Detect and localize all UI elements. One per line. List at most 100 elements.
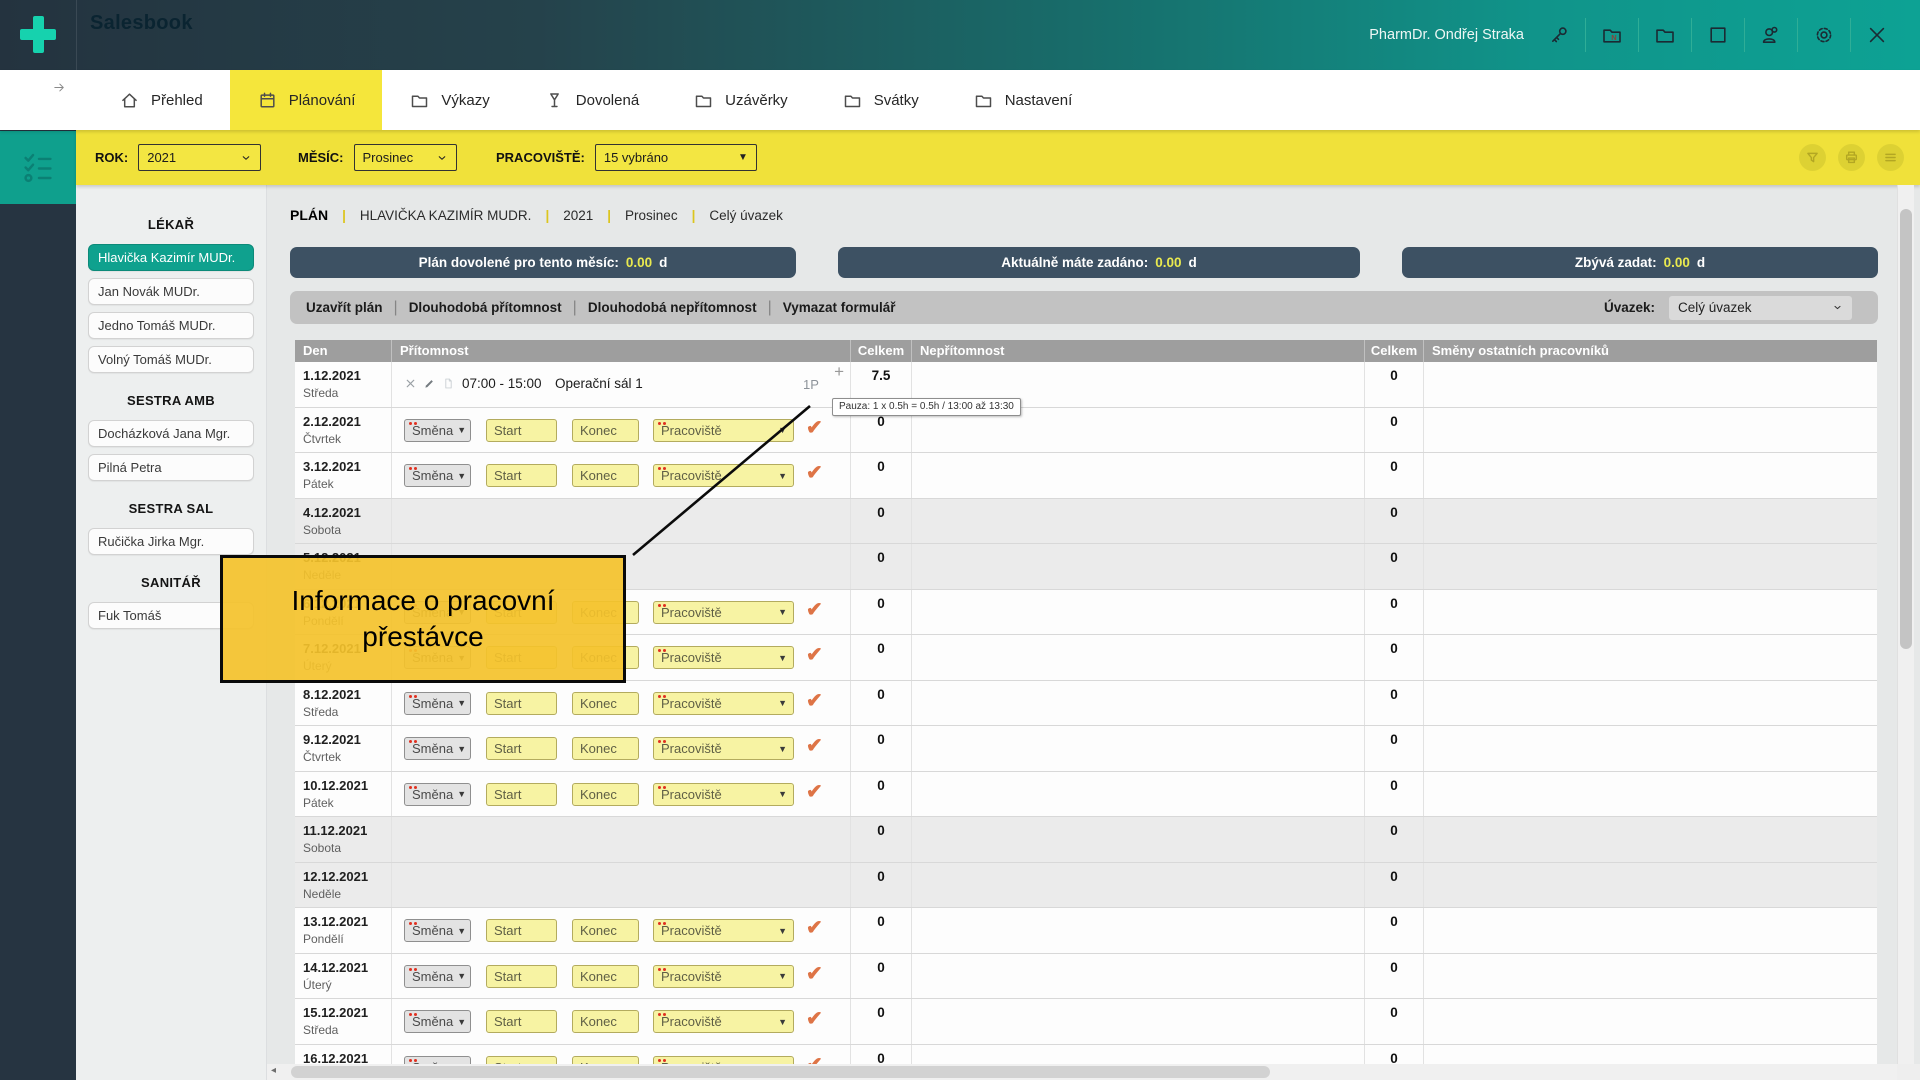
- confirm-check-icon[interactable]: ✔: [806, 597, 823, 622]
- required-marker: [409, 1059, 412, 1062]
- settings-icon[interactable]: [1811, 22, 1837, 48]
- workplace-select-label: Pracoviště: [661, 423, 722, 438]
- tab-dovolena[interactable]: Dovolená: [517, 70, 666, 130]
- end-input[interactable]: [572, 783, 639, 806]
- tab-prehled[interactable]: Přehled: [92, 70, 230, 130]
- shift-select[interactable]: Směna▼: [404, 737, 471, 760]
- confirm-check-icon[interactable]: ✔: [806, 733, 823, 758]
- confirm-check-icon[interactable]: ✔: [806, 1006, 823, 1031]
- planning-list-button[interactable]: [0, 131, 76, 204]
- sidebar-item-rucicka-jirka-mgr[interactable]: Ručička Jirka Mgr.: [88, 528, 254, 555]
- sidebar-item-pilna-petra[interactable]: Pilná Petra: [88, 454, 254, 481]
- sidebar-item-jedno-tomas-mudr[interactable]: Jedno Tomáš MUDr.: [88, 312, 254, 339]
- end-input[interactable]: [572, 737, 639, 760]
- folder-n-icon[interactable]: N: [1599, 22, 1625, 48]
- workplace-label: PRACOVIŠTĚ:: [496, 150, 585, 165]
- workplace-select[interactable]: Pracoviště▼: [653, 601, 794, 624]
- confirm-check-icon[interactable]: ✔: [806, 642, 823, 667]
- scroll-left-arrow-icon[interactable]: ◂: [271, 1065, 276, 1076]
- shift-select[interactable]: Směna▼: [404, 692, 471, 715]
- shift-select[interactable]: Směna▼: [404, 783, 471, 806]
- workplace-select[interactable]: Pracoviště▼: [653, 1010, 794, 1033]
- left-strip: [0, 130, 76, 1080]
- confirm-check-icon[interactable]: ✔: [806, 688, 823, 713]
- start-input[interactable]: [486, 965, 557, 988]
- confirm-check-icon[interactable]: ✔: [806, 460, 823, 485]
- tab-uzaverky[interactable]: Uzávěrky: [666, 70, 815, 130]
- print-icon[interactable]: [1838, 144, 1865, 171]
- breadcrumb: PLÁN|HLAVIČKA KAZIMÍR MUDR.|2021|Prosine…: [290, 207, 783, 223]
- users-icon[interactable]: [1758, 22, 1784, 48]
- end-input[interactable]: [572, 464, 639, 487]
- start-input[interactable]: [486, 919, 557, 942]
- confirm-check-icon[interactable]: ✔: [806, 779, 823, 804]
- sidebar-item-dochazkova-jana-mgr[interactable]: Docházková Jana Mgr.: [88, 420, 254, 447]
- presence-cell: Směna▼ Pracoviště▼ ✔: [392, 999, 851, 1044]
- filter-icon[interactable]: [1799, 144, 1826, 171]
- workplace-select[interactable]: Pracoviště▼: [653, 965, 794, 988]
- start-input[interactable]: [486, 464, 557, 487]
- start-input[interactable]: [486, 737, 557, 760]
- tab-vykazy[interactable]: Výkazy: [382, 70, 516, 130]
- caret-down-icon: ▼: [778, 1017, 787, 1027]
- uvazek-select[interactable]: Celý úvazek: [1669, 296, 1852, 320]
- menu-icon[interactable]: [1877, 144, 1904, 171]
- shift-select[interactable]: Směna▼: [404, 919, 471, 942]
- table-row-14.12.2021: 14.12.2021ÚterýSměna▼Pracoviště▼✔00: [295, 954, 1877, 1000]
- tab-svatky[interactable]: Svátky: [815, 70, 946, 130]
- end-input[interactable]: [572, 692, 639, 715]
- sidebar-item-jan-novak-mudr[interactable]: Jan Novák MUDr.: [88, 278, 254, 305]
- confirm-check-icon[interactable]: ✔: [806, 915, 823, 940]
- workplace-select[interactable]: Pracoviště▼: [653, 737, 794, 760]
- tab-nastaveni[interactable]: Nastavení: [946, 70, 1100, 130]
- absence-total-cell: 0: [1365, 999, 1424, 1044]
- pause-badge[interactable]: 1P: [803, 377, 819, 392]
- workplace-multiselect[interactable]: 15 vybráno ▼: [595, 144, 757, 171]
- toolbar-action-uzavrit-plan[interactable]: Uzavřít plán: [306, 300, 383, 315]
- toolbar-action-dlouhodoba-pritomnost[interactable]: Dlouhodobá přítomnost: [409, 300, 562, 315]
- start-input[interactable]: [486, 1010, 557, 1033]
- workplace-select[interactable]: Pracoviště▼: [653, 692, 794, 715]
- year-select[interactable]: 2021: [138, 144, 261, 171]
- sidebar-item-volny-tomas-mudr[interactable]: Volný Tomáš MUDr.: [88, 346, 254, 373]
- vertical-scrollbar-thumb[interactable]: [1900, 209, 1912, 649]
- month-select[interactable]: Prosinec: [354, 144, 457, 171]
- delete-icon[interactable]: [404, 377, 417, 390]
- confirm-check-icon[interactable]: ✔: [806, 961, 823, 986]
- start-input[interactable]: [486, 419, 557, 442]
- window-icon[interactable]: [1705, 22, 1731, 48]
- shift-select[interactable]: Směna▼: [404, 464, 471, 487]
- forward-arrow-icon[interactable]: [52, 80, 67, 100]
- key-icon[interactable]: [1546, 22, 1572, 48]
- sidebar-item-hlavicka-kazimir-mudr[interactable]: Hlavička Kazimír MUDr.: [88, 244, 254, 271]
- shift-select[interactable]: Směna▼: [404, 965, 471, 988]
- end-input[interactable]: [572, 419, 639, 442]
- workplace-select[interactable]: Pracoviště▼: [653, 919, 794, 942]
- end-input[interactable]: [572, 1010, 639, 1033]
- start-input[interactable]: [486, 692, 557, 715]
- workplace-select[interactable]: Pracoviště▼: [653, 783, 794, 806]
- shift-select[interactable]: Směna▼: [404, 1010, 471, 1033]
- end-input[interactable]: [572, 965, 639, 988]
- breadcrumb-item: HLAVIČKA KAZIMÍR MUDR.: [360, 208, 532, 223]
- absence-total-cell: 0: [1365, 908, 1424, 953]
- edit-icon[interactable]: [423, 377, 436, 390]
- tab-planovani[interactable]: Plánování: [230, 70, 383, 130]
- horizontal-scrollbar[interactable]: ◂ ▸: [267, 1064, 1914, 1080]
- end-input[interactable]: [572, 919, 639, 942]
- folder-icon[interactable]: [1652, 22, 1678, 48]
- plan-table: DenPřítomnostCelkemNepřítomnostCelkemSmě…: [295, 340, 1877, 1080]
- toolbar-action-vymazat-formular[interactable]: Vymazat formulář: [783, 300, 896, 315]
- workplace-select[interactable]: Pracoviště▼: [653, 646, 794, 669]
- shift-select[interactable]: Směna▼: [404, 419, 471, 442]
- workplace-select[interactable]: Pracoviště▼: [653, 419, 794, 442]
- start-input[interactable]: [486, 783, 557, 806]
- toolbar-action-dlouhodoba-nepritomnost[interactable]: Dlouhodobá nepřítomnost: [588, 300, 757, 315]
- workplace-select[interactable]: Pracoviště▼: [653, 464, 794, 487]
- horizontal-scrollbar-thumb[interactable]: [291, 1066, 1270, 1078]
- close-icon[interactable]: [1864, 22, 1890, 48]
- add-entry-button[interactable]: +: [834, 362, 844, 382]
- vertical-scrollbar[interactable]: [1897, 185, 1914, 1064]
- confirm-check-icon[interactable]: ✔: [806, 415, 823, 440]
- copy-icon[interactable]: [442, 377, 455, 390]
